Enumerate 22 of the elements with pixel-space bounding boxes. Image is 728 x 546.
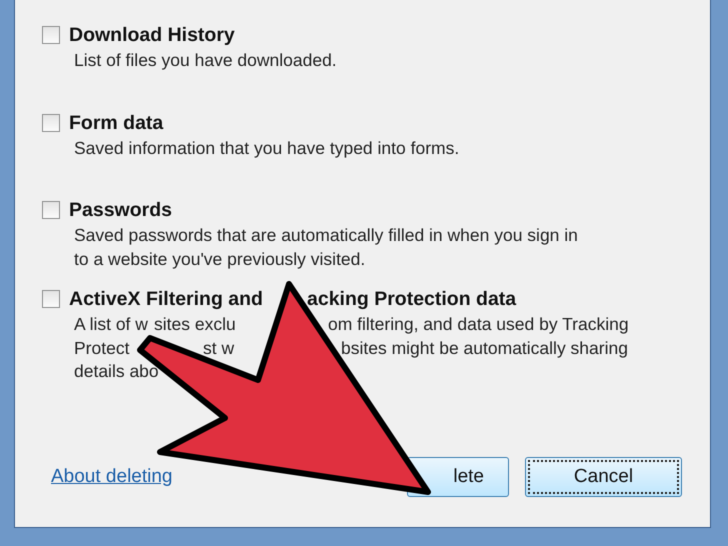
checkbox[interactable] — [42, 290, 60, 308]
dialog-button[interactable]: Cancel — [525, 457, 682, 497]
option-description: Saved passwords that are automatically filled in when you sign in — [74, 224, 578, 247]
option-description: Saved information that you have typed into forms. — [74, 136, 460, 160]
option-title: acking Protection data — [307, 287, 516, 312]
checkbox[interactable] — [42, 26, 60, 44]
option-description: om filtering, and data used by Tracking — [328, 313, 629, 336]
option-title: Passwords — [69, 198, 172, 223]
option-description: A list of w — [74, 313, 149, 336]
option-description: to a website you've previously visited. — [74, 248, 366, 271]
option-description: bsites might be automatically sharing — [341, 336, 628, 360]
option-description: st w — [203, 336, 236, 360]
option-description: details abo — [74, 360, 159, 383]
help-link[interactable]: About deleting — [51, 466, 172, 488]
option-description: Protect — [74, 336, 130, 360]
option-title: ActiveX Filtering and — [69, 287, 264, 312]
option-description: sites exclu — [154, 313, 237, 336]
option-title: Form data — [69, 110, 164, 136]
option-description: List of files you have downloaded. — [74, 49, 337, 72]
option-title: Download History — [69, 23, 235, 48]
checkbox[interactable] — [42, 114, 60, 132]
checkbox[interactable] — [42, 201, 60, 219]
